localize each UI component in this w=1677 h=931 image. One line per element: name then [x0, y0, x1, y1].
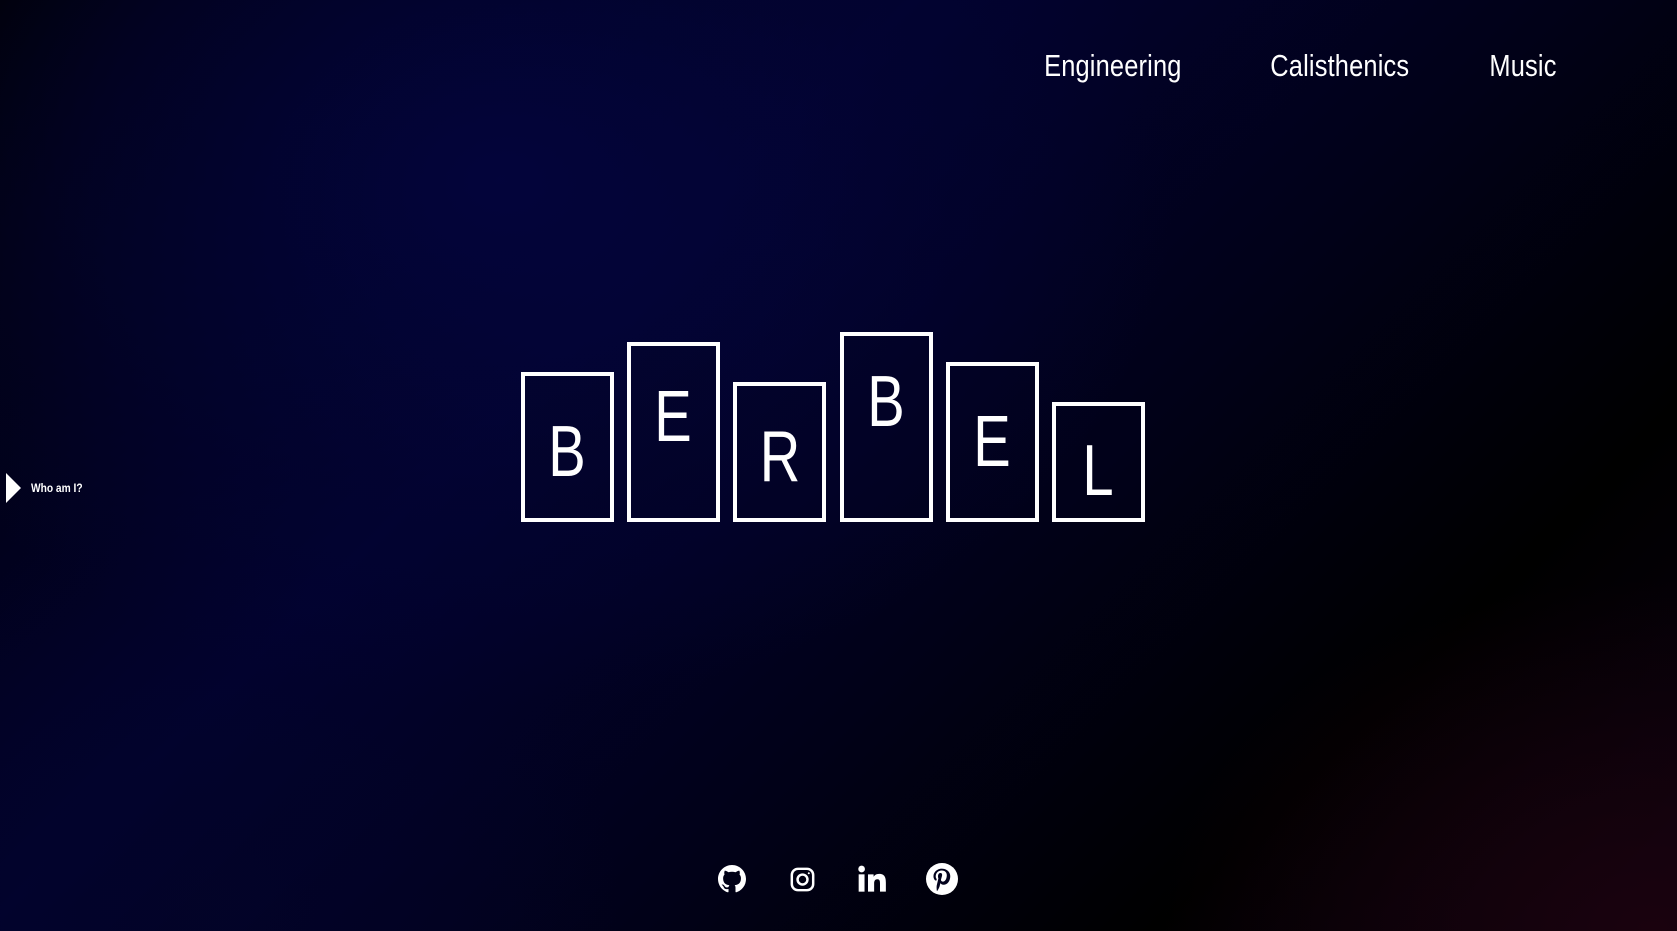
logo-letter-box-2: E [627, 342, 720, 522]
github-icon [718, 865, 746, 893]
who-am-i-label: Who am I? [31, 481, 83, 495]
nav-link-calisthenics[interactable]: Calisthenics [1270, 48, 1409, 84]
logo-letter: E [654, 377, 693, 457]
instagram-icon [790, 867, 814, 891]
nav-link-engineering[interactable]: Engineering [1044, 48, 1181, 84]
logo-letter-box-3: R [733, 382, 826, 522]
logo-letter-box-6: L [1052, 402, 1145, 522]
logo-letter: L [1082, 431, 1115, 511]
logo-letter-box-4: B [840, 332, 933, 522]
social-links [716, 863, 958, 895]
logo-letter: B [867, 362, 906, 442]
logo-letter-box-1: B [521, 372, 614, 522]
who-am-i-tab[interactable]: Who am I? [6, 473, 92, 503]
logo-letter: E [973, 402, 1012, 482]
pinterest-link[interactable] [926, 863, 958, 895]
linkedin-link[interactable] [856, 863, 888, 895]
github-link[interactable] [716, 863, 748, 895]
pinterest-icon [926, 863, 958, 895]
logo-letter-box-5: E [946, 362, 1039, 522]
logo-letter: R [759, 417, 800, 497]
top-navigation: Engineering Calisthenics Music [1029, 48, 1564, 84]
logo: B E R B E L [521, 332, 1153, 522]
nav-link-music[interactable]: Music [1489, 48, 1556, 84]
instagram-link[interactable] [786, 863, 818, 895]
logo-letter: B [548, 412, 587, 492]
linkedin-icon [858, 865, 886, 892]
play-triangle-icon [6, 473, 21, 503]
